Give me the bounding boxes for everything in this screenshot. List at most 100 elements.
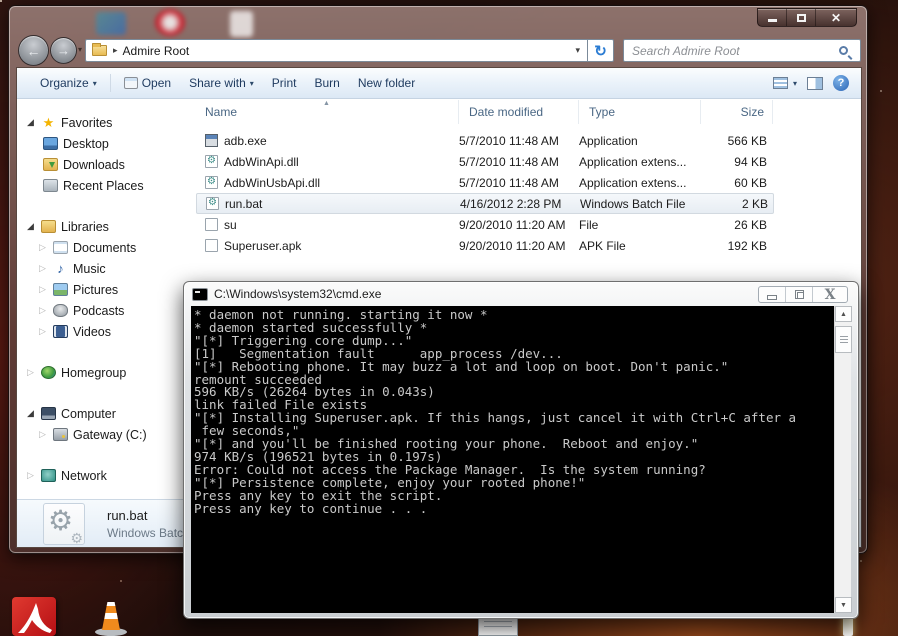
cmd-minimize-button[interactable] [759, 287, 786, 302]
adobe-reader-icon[interactable] [12, 597, 56, 636]
pictures-icon [53, 283, 68, 296]
toolbar-separator [109, 74, 111, 92]
file-type: Windows Batch File [580, 196, 686, 211]
preview-pane-button[interactable] [807, 76, 823, 90]
cmd-close-button[interactable]: X [813, 287, 847, 302]
column-headers: ▲ Name Date modified Type Size [195, 100, 861, 124]
change-view-button[interactable]: ▾ [772, 77, 797, 89]
file-row-adbwinusbapi-dll[interactable]: AdbWinUsbApi.dll 5/7/2010 11:48 AM Appli… [196, 172, 774, 193]
expander-closed-icon[interactable]: ▷ [37, 326, 48, 337]
sidebar-item-label: Homegroup [61, 365, 127, 380]
close-button[interactable]: ✕ [816, 9, 856, 26]
generic-file-icon [205, 239, 218, 252]
burn-button[interactable]: Burn [305, 68, 348, 98]
videos-icon [53, 325, 68, 338]
search-icon [839, 46, 848, 55]
downloads-folder-icon [43, 158, 58, 171]
organize-button[interactable]: Organize ▾ [31, 68, 106, 98]
desktop-icon-blob [96, 12, 126, 35]
help-button[interactable]: ? [833, 75, 849, 91]
application-file-icon [205, 134, 218, 147]
scroll-up-button[interactable]: ▲ [835, 306, 852, 322]
forward-button[interactable]: → [50, 37, 77, 64]
back-button[interactable]: ← [18, 35, 49, 66]
desktop-icon-blob [155, 9, 185, 36]
scrollbar-thumb[interactable] [835, 326, 852, 353]
file-row-su[interactable]: su 9/20/2010 11:20 AM File 26 KB [196, 214, 774, 235]
sidebar-item-libraries[interactable]: ◢ Libraries [17, 216, 195, 237]
expander-open-icon[interactable]: ◢ [25, 221, 36, 232]
column-header-size[interactable]: Size [701, 100, 773, 124]
expander-closed-icon[interactable]: ▷ [37, 429, 48, 440]
breadcrumb[interactable]: Admire Root [123, 44, 190, 58]
sidebar-item-downloads[interactable]: Downloads [17, 154, 195, 175]
file-name: AdbWinApi.dll [224, 154, 299, 169]
column-header-date-modified[interactable]: Date modified [459, 100, 579, 124]
file-row-run-bat-selected[interactable]: run.bat 4/16/2012 2:28 PM Windows Batch … [196, 193, 774, 214]
console-output[interactable]: * daemon not running. starting it now * … [191, 306, 836, 613]
breadcrumb-arrow-icon[interactable]: ▸ [113, 45, 118, 56]
sidebar-item-desktop[interactable]: Desktop [17, 133, 195, 154]
sidebar-item-computer[interactable]: ◢ Computer [17, 403, 195, 424]
explorer-titlebar[interactable]: ✕ [9, 6, 867, 37]
sidebar-item-recent-places[interactable]: Recent Places [17, 175, 195, 196]
file-date: 9/20/2010 11:20 AM [459, 238, 566, 253]
address-bar[interactable]: ▸ Admire Root ▾ [85, 39, 587, 62]
file-row-superuser-apk[interactable]: Superuser.apk 9/20/2010 11:20 AM APK Fil… [196, 235, 774, 256]
scroll-down-button[interactable]: ▼ [835, 597, 852, 613]
address-dropdown-icon[interactable]: ▾ [575, 45, 580, 56]
search-input[interactable] [624, 43, 839, 58]
sidebar-item-network[interactable]: ▷ Network [17, 465, 195, 486]
expander-closed-icon[interactable]: ▷ [37, 305, 48, 316]
gear-icon: ⚙ [70, 529, 83, 546]
sidebar-item-label: Gateway (C:) [73, 427, 147, 442]
column-header-type[interactable]: Type [579, 100, 701, 124]
refresh-button[interactable]: ↻ [587, 39, 614, 62]
sidebar-item-documents[interactable]: ▷ Documents [17, 237, 195, 258]
cmd-caption-buttons: X [758, 286, 848, 303]
podcasts-icon [53, 304, 68, 317]
file-row-adb-exe[interactable]: adb.exe 5/7/2010 11:48 AM Application 56… [196, 130, 774, 151]
file-type: File [579, 217, 599, 232]
expander-closed-icon[interactable]: ▷ [37, 242, 48, 253]
file-type: Application extens... [579, 154, 687, 169]
expander-closed-icon[interactable]: ▷ [37, 263, 48, 274]
close-icon: ✕ [830, 10, 842, 25]
file-date: 5/7/2010 11:48 AM [459, 154, 559, 169]
restore-icon [794, 290, 804, 299]
sidebar-item-music[interactable]: ▷ ♪ Music [17, 258, 195, 279]
expander-open-icon[interactable]: ◢ [25, 117, 36, 128]
print-button[interactable]: Print [263, 68, 306, 98]
new-folder-button[interactable]: New folder [349, 68, 424, 98]
music-note-icon: ♪ [57, 261, 64, 276]
scroll-up-icon: ▲ [840, 310, 847, 318]
expander-closed-icon[interactable]: ▷ [25, 470, 36, 481]
cmd-titlebar[interactable]: C:\Windows\system32\cmd.exe X [184, 282, 858, 306]
column-label: Date modified [469, 105, 544, 119]
expander-closed-icon[interactable]: ▷ [25, 367, 36, 378]
computer-icon [41, 407, 56, 420]
maximize-button[interactable] [787, 9, 816, 26]
sidebar-item-homegroup[interactable]: ▷ Homegroup [17, 362, 195, 383]
sidebar-item-favorites[interactable]: ◢ ★ Favorites [17, 112, 195, 133]
expander-closed-icon[interactable]: ▷ [37, 284, 48, 295]
sidebar-item-gateway-c[interactable]: ▷ Gateway (C:) [17, 424, 195, 445]
expander-open-icon[interactable]: ◢ [25, 408, 36, 419]
recent-pages-dropdown-icon[interactable]: ▾ [78, 45, 82, 54]
minimize-button[interactable] [758, 9, 787, 26]
file-row-adbwinapi-dll[interactable]: AdbWinApi.dll 5/7/2010 11:48 AM Applicat… [196, 151, 774, 172]
cmd-restore-button[interactable] [786, 287, 813, 302]
column-label: Size [740, 105, 764, 119]
vlc-icon[interactable] [92, 598, 130, 636]
sidebar-item-pictures[interactable]: ▷ Pictures [17, 279, 195, 300]
console-scrollbar[interactable]: ▲ ▼ [834, 306, 852, 613]
star-icon: ★ [42, 115, 55, 130]
open-button[interactable]: Open [115, 68, 180, 98]
sidebar-item-podcasts[interactable]: ▷ Podcasts [17, 300, 195, 321]
sidebar-item-videos[interactable]: ▷ Videos [17, 321, 195, 342]
maximize-icon [796, 13, 806, 22]
console-line: Press any key to continue . . . [194, 500, 428, 516]
file-date: 9/20/2010 11:20 AM [459, 217, 566, 232]
share-with-button[interactable]: Share with ▾ [180, 68, 263, 98]
file-name: AdbWinUsbApi.dll [224, 175, 321, 190]
